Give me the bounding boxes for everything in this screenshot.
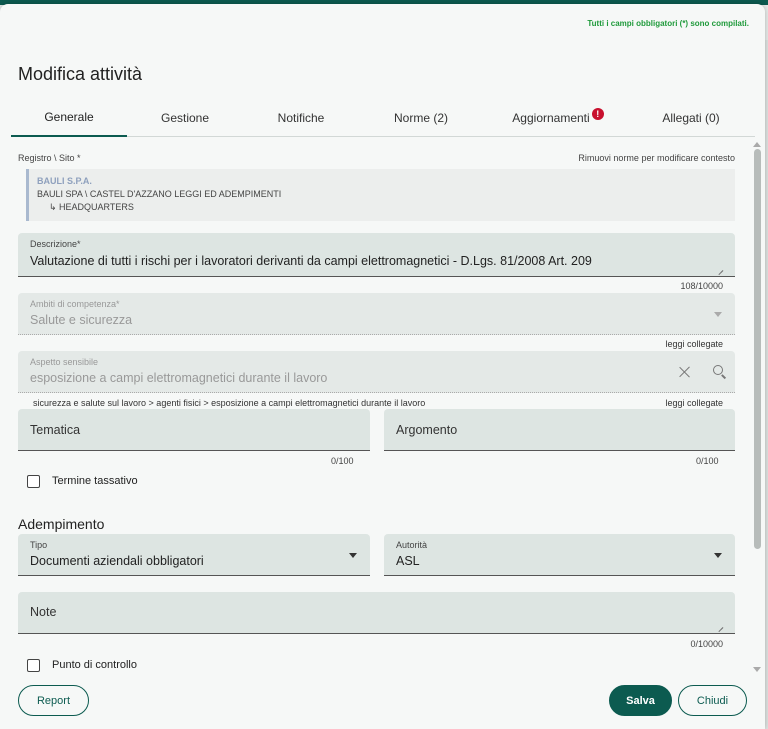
required-fields-status: Tutti i campi obbligatori (*) sono compi… [587, 19, 749, 28]
alert-badge-icon: ! [591, 108, 604, 120]
aspetto-leggi-collegate-link[interactable]: leggi collegate [665, 398, 723, 408]
argomento-counter: 0/100 [696, 456, 719, 466]
close-button[interactable]: Chiudi [678, 685, 747, 716]
descrizione-label: Descrizione* [30, 239, 81, 249]
tab-bar: Generale Gestione Notifiche Norme (2) Ag… [11, 99, 755, 137]
adempimento-section-title: Adempimento [18, 516, 105, 532]
tab-label: Gestione [160, 111, 210, 125]
tematica-field[interactable]: Tematica [18, 409, 370, 451]
resize-handle-icon[interactable] [717, 265, 723, 271]
ambiti-select[interactable]: Ambiti di competenza* Salute e sicurezza [18, 293, 735, 335]
tipo-value: Documenti aziendali obbligatori [30, 554, 204, 568]
aspetto-sensibile-field[interactable]: Aspetto sensibile esposizione a campi el… [18, 351, 735, 393]
aspetto-value: esposizione a campi elettromagnetici dur… [30, 371, 328, 385]
search-icon[interactable] [713, 365, 723, 375]
tab-label: Generale [44, 110, 94, 124]
note-label: Note [30, 605, 57, 619]
tab-label: Notifiche [277, 111, 325, 125]
report-button[interactable]: Report [18, 685, 89, 716]
dropdown-caret-icon [714, 553, 722, 558]
descrizione-counter: 108/10000 [680, 281, 723, 291]
edit-activity-dialog: Tutti i campi obbligatori (*) sono compi… [0, 4, 765, 729]
termine-tassativo-label: Termine tassativo [52, 475, 138, 487]
context-site: ↳ HEADQUARTERS [49, 202, 134, 212]
ambiti-leggi-collegate-link[interactable]: leggi collegate [665, 339, 723, 349]
resize-handle-icon[interactable] [717, 622, 723, 628]
context-label: Registro \ Sito * [18, 153, 81, 163]
tab-generale[interactable]: Generale [11, 99, 127, 137]
descrizione-value: Valutazione di tutti i rischi per i lavo… [30, 254, 592, 268]
context-box: BAULI S.P.A. BAULI SPA \ CASTEL D'AZZANO… [26, 169, 735, 221]
save-button[interactable]: Salva [609, 685, 672, 716]
scrollbar-thumb[interactable] [754, 149, 761, 549]
note-counter: 0/10000 [690, 639, 723, 649]
note-field[interactable]: Note [18, 592, 735, 634]
argomento-field[interactable]: Argomento [384, 409, 735, 451]
tipo-label: Tipo [30, 540, 48, 550]
autorita-label: Autorità [396, 540, 428, 550]
dialog-title: Modifica attività [18, 64, 143, 84]
aspetto-label: Aspetto sensibile [30, 357, 99, 367]
autorita-select[interactable]: Autorità ASL [384, 534, 735, 576]
tematica-label: Tematica [30, 423, 81, 437]
tab-label: Allegati (0) [662, 111, 720, 125]
scroll-down-arrow-icon[interactable] [753, 667, 761, 672]
punto-di-controllo-label: Punto di controllo [52, 659, 137, 671]
descrizione-field[interactable]: Descrizione* Valutazione di tutti i risc… [18, 233, 735, 277]
tab-aggiornamenti[interactable]: Aggiornamenti ! [483, 99, 633, 137]
aspetto-breadcrumb: sicurezza e salute sul lavoro > agenti f… [33, 398, 426, 408]
ambiti-label: Ambiti di competenza* [30, 299, 120, 309]
tab-label: Norme (2) [393, 111, 448, 125]
tipo-select[interactable]: Tipo Documenti aziendali obbligatori [18, 534, 370, 576]
tematica-counter: 0/100 [331, 456, 354, 466]
dropdown-caret-icon [349, 553, 357, 558]
dropdown-caret-icon [714, 312, 722, 317]
tab-label: Aggiornamenti [512, 111, 590, 125]
context-path: BAULI SPA \ CASTEL D'AZZANO LEGGI ED ADE… [37, 189, 282, 199]
argomento-label: Argomento [396, 423, 458, 437]
tab-norme[interactable]: Norme (2) [359, 99, 483, 137]
tab-notifiche[interactable]: Notifiche [243, 99, 359, 137]
scroll-up-arrow-icon[interactable] [753, 142, 761, 147]
context-remove-hint: Rimuovi norme per modificare contesto [578, 153, 735, 163]
ambiti-value: Salute e sicurezza [30, 313, 133, 327]
punto-di-controllo-checkbox[interactable] [27, 659, 40, 672]
clear-icon[interactable] [679, 366, 691, 378]
autorita-value: ASL [396, 554, 420, 568]
tab-gestione[interactable]: Gestione [127, 99, 243, 137]
termine-tassativo-checkbox[interactable] [27, 475, 40, 488]
context-company: BAULI S.P.A. [37, 176, 92, 186]
tab-allegati[interactable]: Allegati (0) [633, 99, 749, 137]
